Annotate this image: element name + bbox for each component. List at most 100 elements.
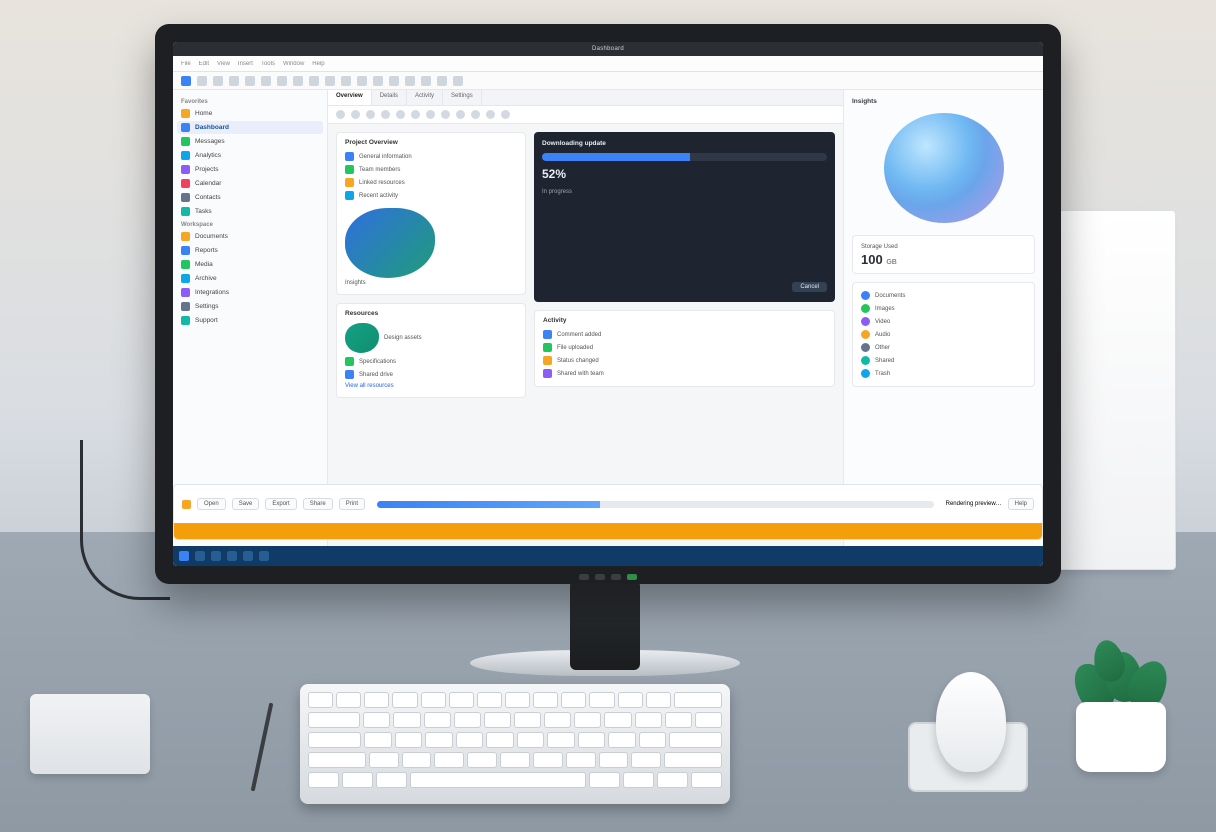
window-title: Dashboard	[592, 46, 624, 52]
ribbon-button[interactable]	[486, 110, 495, 119]
modal-status: In progress	[542, 187, 827, 197]
toolbar-button[interactable]	[213, 76, 223, 86]
menu-item[interactable]: Help	[312, 61, 324, 67]
tab-details[interactable]: Details	[372, 90, 407, 105]
list-item[interactable]: Team members	[345, 163, 517, 176]
list-item[interactable]: Trash	[861, 367, 1026, 380]
monitor-button[interactable]	[595, 574, 605, 580]
taskbar-app[interactable]	[195, 551, 205, 561]
sidebar-item-contacts[interactable]: Contacts	[177, 191, 323, 204]
list-item[interactable]: Audio	[861, 328, 1026, 341]
toolbar-button[interactable]	[405, 76, 415, 86]
list-item[interactable]: Shared	[861, 354, 1026, 367]
sidebar-item-messages[interactable]: Messages	[177, 135, 323, 148]
save-button[interactable]: Save	[232, 498, 260, 510]
tab-overview[interactable]: Overview	[328, 90, 372, 105]
list-item[interactable]: Images	[861, 302, 1026, 315]
toolbar-button[interactable]	[245, 76, 255, 86]
sidebar-item-projects[interactable]: Projects	[177, 163, 323, 176]
list-item[interactable]: Design assets	[345, 321, 517, 355]
toolbar-button[interactable]	[325, 76, 335, 86]
taskbar-app[interactable]	[243, 551, 253, 561]
toolbar-button[interactable]	[181, 76, 191, 86]
sidebar-item-documents[interactable]: Documents	[177, 230, 323, 243]
help-button[interactable]: Help	[1008, 498, 1034, 510]
ribbon-button[interactable]	[441, 110, 450, 119]
list-item[interactable]: Status changed	[543, 354, 826, 367]
monitor-button[interactable]	[579, 574, 589, 580]
asset-icon	[345, 323, 379, 353]
menu-item[interactable]: Edit	[199, 61, 209, 67]
ribbon-button[interactable]	[381, 110, 390, 119]
sidebar-item-label: Home	[195, 110, 212, 117]
toolbar-button[interactable]	[229, 76, 239, 86]
list-item[interactable]: Specifications	[345, 355, 517, 368]
list-item[interactable]: Documents	[861, 289, 1026, 302]
menu-item[interactable]: Insert	[238, 61, 253, 67]
toolbar-button[interactable]	[453, 76, 463, 86]
start-button[interactable]	[179, 551, 189, 561]
ribbon-button[interactable]	[501, 110, 510, 119]
list-item[interactable]: Recent activity	[345, 189, 517, 202]
ribbon-button[interactable]	[336, 110, 345, 119]
toolbar-button[interactable]	[341, 76, 351, 86]
toolbar-button[interactable]	[261, 76, 271, 86]
ribbon-button[interactable]	[366, 110, 375, 119]
share-button[interactable]: Share	[303, 498, 333, 510]
sidebar-item-label: Messages	[195, 138, 225, 145]
toolbar-button[interactable]	[197, 76, 207, 86]
list-item[interactable]: Other	[861, 341, 1026, 354]
list-item[interactable]: File uploaded	[543, 341, 826, 354]
toolbar-button[interactable]	[357, 76, 367, 86]
ribbon-button[interactable]	[351, 110, 360, 119]
view-all-link[interactable]: View all resources	[345, 381, 517, 391]
menu-item[interactable]: File	[181, 61, 191, 67]
ribbon-button[interactable]	[411, 110, 420, 119]
sidebar-item-home[interactable]: Home	[177, 107, 323, 120]
menu-item[interactable]: Tools	[261, 61, 275, 67]
sidebar-item-integrations[interactable]: Integrations	[177, 286, 323, 299]
taskbar-app[interactable]	[227, 551, 237, 561]
list-item[interactable]: Video	[861, 315, 1026, 328]
toolbar-button[interactable]	[309, 76, 319, 86]
sidebar-item-analytics[interactable]: Analytics	[177, 149, 323, 162]
taskbar-app[interactable]	[259, 551, 269, 561]
ribbon-button[interactable]	[426, 110, 435, 119]
ribbon-button[interactable]	[471, 110, 480, 119]
export-button[interactable]: Export	[265, 498, 296, 510]
ribbon-button[interactable]	[456, 110, 465, 119]
list-item[interactable]: General information	[345, 150, 517, 163]
toolbar-button[interactable]	[293, 76, 303, 86]
monitor-button[interactable]	[611, 574, 621, 580]
list-item[interactable]: Comment added	[543, 328, 826, 341]
sidebar-item-media[interactable]: Media	[177, 258, 323, 271]
sidebar-item-archive[interactable]: Archive	[177, 272, 323, 285]
sidebar-item-support[interactable]: Support	[177, 314, 323, 327]
print-button[interactable]: Print	[339, 498, 365, 510]
ribbon-button[interactable]	[396, 110, 405, 119]
menu-item[interactable]: View	[217, 61, 230, 67]
desk-plant	[1066, 642, 1176, 772]
tab-settings[interactable]: Settings	[443, 90, 482, 105]
mouse[interactable]	[936, 672, 1006, 772]
monitor-power-button[interactable]	[627, 574, 637, 580]
toolbar-button[interactable]	[389, 76, 399, 86]
sidebar-item-settings[interactable]: Settings	[177, 300, 323, 313]
toolbar-button[interactable]	[277, 76, 287, 86]
open-button[interactable]: Open	[197, 498, 226, 510]
sidebar-item-dashboard[interactable]: Dashboard	[177, 121, 323, 134]
sidebar-item-reports[interactable]: Reports	[177, 244, 323, 257]
toolbar-button[interactable]	[421, 76, 431, 86]
toolbar-button[interactable]	[437, 76, 447, 86]
toolbar-button[interactable]	[373, 76, 383, 86]
tab-activity[interactable]: Activity	[407, 90, 443, 105]
list-item[interactable]: Shared with team	[543, 367, 826, 380]
list-item[interactable]: Linked resources	[345, 176, 517, 189]
cancel-button[interactable]: Cancel	[792, 282, 827, 292]
keyboard[interactable]	[300, 684, 730, 804]
sidebar-item-calendar[interactable]: Calendar	[177, 177, 323, 190]
taskbar-app[interactable]	[211, 551, 221, 561]
menu-item[interactable]: Window	[283, 61, 304, 67]
list-item[interactable]: Shared drive	[345, 368, 517, 381]
sidebar-item-tasks[interactable]: Tasks	[177, 205, 323, 218]
